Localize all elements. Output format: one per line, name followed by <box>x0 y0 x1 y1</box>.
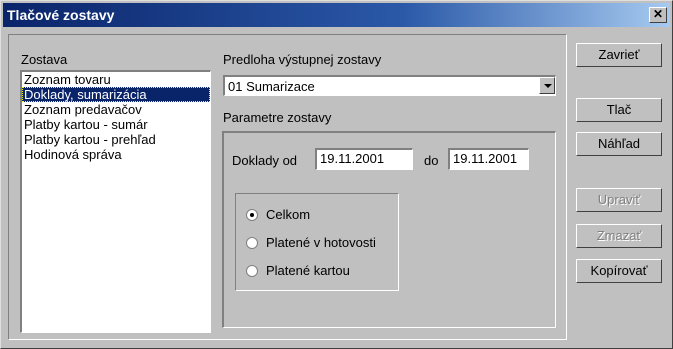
report-list[interactable]: Zoznam tovaru Doklady, sumarizácia Zozna… <box>20 70 211 333</box>
zavriet-button[interactable]: Zavrieť <box>576 43 662 67</box>
date-to-field[interactable]: 19.11.2001 <box>448 148 529 170</box>
radio-celkom[interactable]: Celkom <box>246 207 446 223</box>
doklady-od-label: Doklady od <box>232 153 298 168</box>
radio-unchecked-icon <box>246 237 258 249</box>
parametre-label: Parametre zostavy <box>223 110 332 125</box>
chevron-down-icon[interactable] <box>539 77 555 94</box>
zostava-label: Zostava <box>21 52 68 67</box>
radio-unchecked-icon <box>246 265 258 277</box>
close-button[interactable]: ✕ <box>649 7 667 23</box>
close-icon: ✕ <box>652 7 664 21</box>
date-from-value: 19.11.2001 <box>320 151 385 166</box>
list-item[interactable]: Zoznam tovaru <box>22 72 210 87</box>
kopirovat-button[interactable]: Kopírovať <box>576 259 662 283</box>
list-item-selected[interactable]: Doklady, sumarizácia <box>22 87 210 102</box>
nahlad-button[interactable]: Náhľad <box>576 132 662 156</box>
predloha-select[interactable]: 01 Sumarizace <box>223 75 556 96</box>
do-label: do <box>424 153 439 168</box>
radio-label: Platené v hotovosti <box>266 235 376 250</box>
zmazat-button[interactable]: Zmazať <box>576 224 662 248</box>
list-item[interactable]: Platby kartou - prehľad <box>22 132 210 147</box>
list-item[interactable]: Zoznam predavačov <box>22 102 210 117</box>
list-item[interactable]: Hodinová správa <box>22 147 210 162</box>
radio-kartou[interactable]: Platené kartou <box>246 263 446 279</box>
radio-label: Celkom <box>266 207 311 222</box>
tlac-button[interactable]: Tlač <box>576 98 662 122</box>
date-from-field[interactable]: 19.11.2001 <box>315 148 413 170</box>
radio-hotovost[interactable]: Platené v hotovosti <box>246 235 446 251</box>
upravit-button[interactable]: Upraviť <box>576 188 662 212</box>
radio-checked-icon <box>246 209 258 221</box>
title-bar[interactable]: Tlačové zostavy ✕ <box>3 3 670 27</box>
window-title: Tlačové zostavy <box>7 7 115 23</box>
list-item[interactable]: Platby kartou - sumár <box>22 117 210 132</box>
predloha-value: 01 Sumarizace <box>228 79 315 94</box>
date-to-value: 19.11.2001 <box>453 151 518 166</box>
predloha-label: Predloha výstupnej zostavy <box>223 52 382 67</box>
radio-label: Platené kartou <box>266 263 350 278</box>
